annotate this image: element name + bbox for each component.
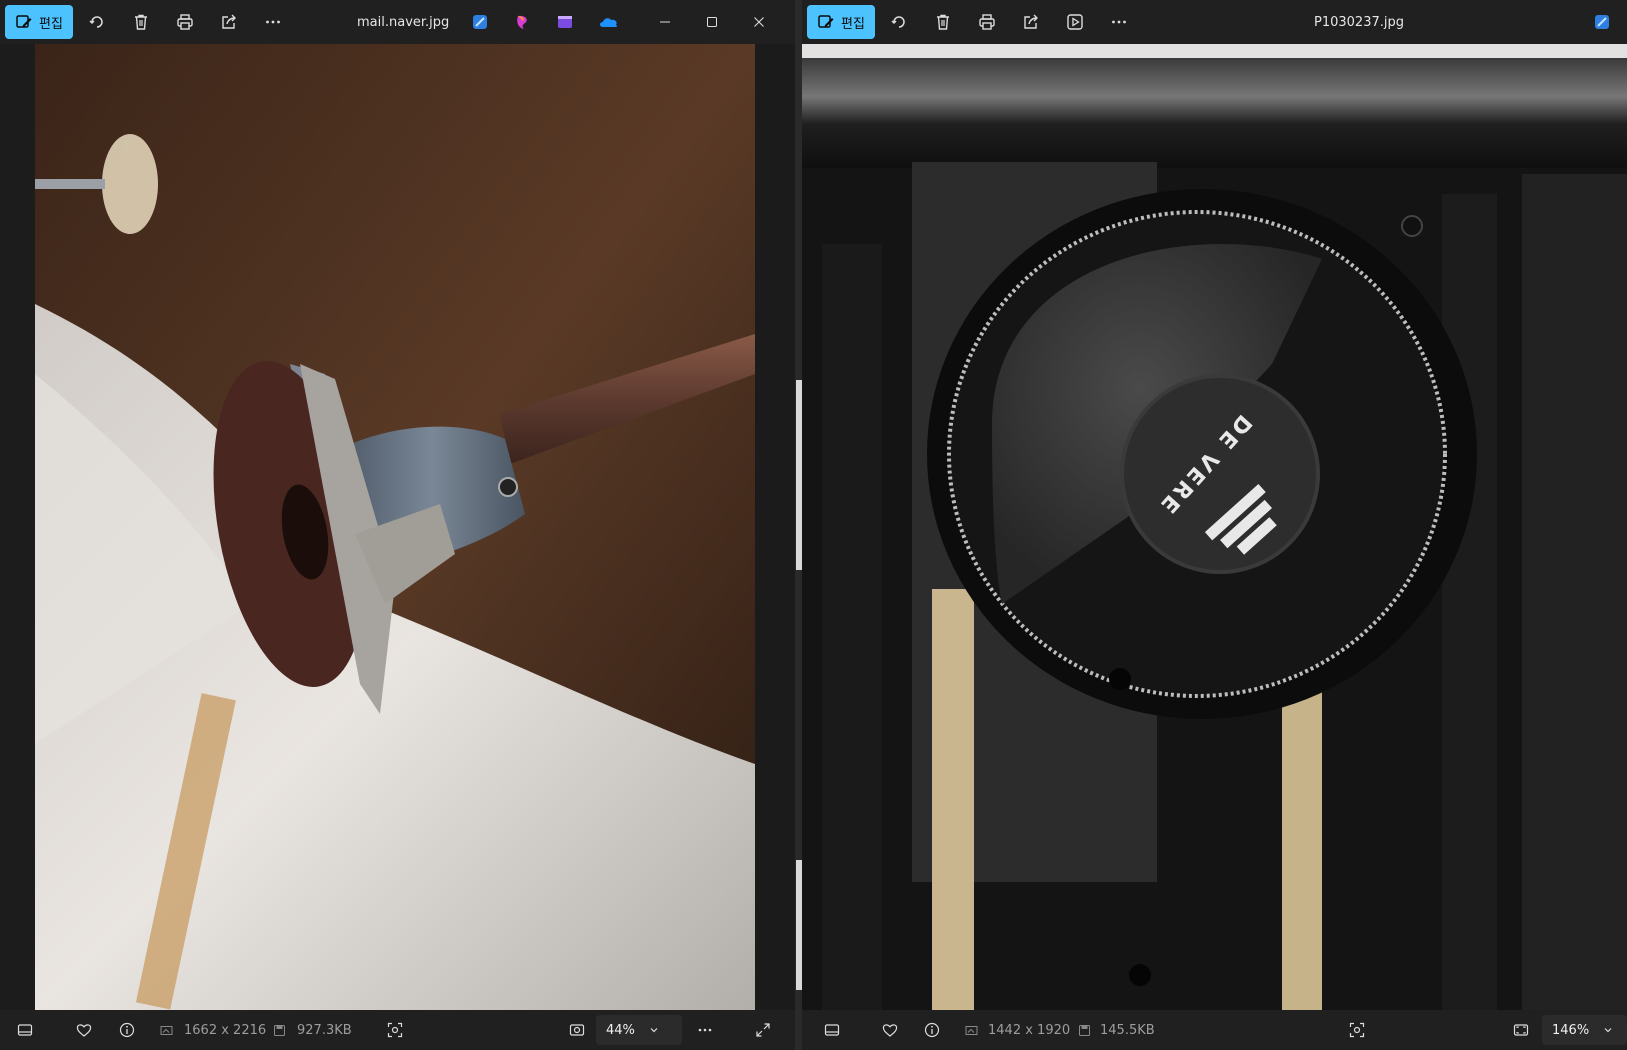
slideshow-button[interactable] bbox=[1053, 5, 1097, 39]
print-button[interactable] bbox=[965, 5, 1009, 39]
more-options-button[interactable] bbox=[693, 1018, 717, 1042]
photo-pipe-flange bbox=[35, 44, 795, 1010]
print-button[interactable] bbox=[163, 5, 207, 39]
actual-size-icon bbox=[569, 1024, 585, 1036]
image-size-icon bbox=[160, 1026, 173, 1035]
photo-devere-knob: DE VERE bbox=[802, 44, 1627, 1010]
share-button[interactable] bbox=[207, 5, 251, 39]
close-button[interactable] bbox=[736, 0, 782, 44]
image-canvas[interactable]: DE VERE bbox=[802, 44, 1627, 1010]
delete-icon bbox=[936, 14, 949, 30]
video-editor-app-icon[interactable] bbox=[555, 12, 575, 32]
image-size-icon bbox=[965, 1026, 978, 1035]
file-size-icon bbox=[1079, 1025, 1090, 1036]
zoom-level: 44% bbox=[606, 1022, 635, 1038]
file-size-icon bbox=[274, 1025, 285, 1036]
chevron-down-icon bbox=[1604, 1028, 1612, 1033]
more-options-button[interactable] bbox=[1097, 5, 1141, 39]
share-icon bbox=[1024, 14, 1038, 29]
chevron-down-icon bbox=[650, 1028, 658, 1033]
file-info-button[interactable] bbox=[115, 1018, 139, 1042]
clipchamp-app-icon[interactable] bbox=[513, 12, 533, 32]
fit-icon bbox=[1513, 1024, 1529, 1036]
file-size: 145.5KB bbox=[1100, 1022, 1155, 1038]
fullscreen-icon bbox=[756, 1023, 770, 1037]
window-gap bbox=[795, 0, 802, 1050]
visual-search-icon bbox=[387, 1022, 403, 1038]
delete-button[interactable] bbox=[921, 5, 965, 39]
rotate-icon bbox=[891, 16, 905, 28]
print-icon bbox=[177, 14, 193, 30]
edit-icon bbox=[16, 15, 32, 28]
edit-label: 편집 bbox=[39, 16, 63, 32]
maximize-button[interactable] bbox=[689, 0, 735, 44]
fit-to-window-button[interactable] bbox=[1509, 1018, 1533, 1042]
filmstrip-icon bbox=[824, 1024, 840, 1036]
image-canvas[interactable] bbox=[0, 44, 795, 1010]
more-icon bbox=[698, 1028, 712, 1032]
favorite-icon bbox=[882, 1024, 898, 1037]
share-button[interactable] bbox=[1009, 5, 1053, 39]
delete-icon bbox=[134, 14, 147, 30]
more-icon bbox=[266, 20, 280, 24]
edit-button[interactable]: 편집 bbox=[5, 5, 73, 39]
status-bar: 1662 x 2216 927.3KB 44% bbox=[0, 1010, 795, 1050]
filmstrip-button[interactable] bbox=[13, 1018, 37, 1042]
info-icon bbox=[119, 1022, 135, 1038]
photos-window-left: 편집 mail.naver.jpg 1662 x 2216 927.3KB 44… bbox=[0, 0, 795, 1050]
info-icon bbox=[924, 1022, 940, 1038]
onedrive-app-icon[interactable] bbox=[597, 12, 621, 32]
status-bar: 1442 x 1920 145.5KB 146% bbox=[802, 1010, 1627, 1050]
filmstrip-button[interactable] bbox=[820, 1018, 844, 1042]
zoom-dropdown[interactable]: 146% bbox=[1542, 1015, 1627, 1045]
image-dimensions: 1662 x 2216 bbox=[184, 1022, 267, 1038]
edit-label: 편집 bbox=[841, 16, 865, 32]
image-dimensions: 1442 x 1920 bbox=[988, 1022, 1071, 1038]
window-title: P1030237.jpg bbox=[1314, 14, 1404, 30]
photos-window-right: 편집 P1030237.jpg DE VERE 1442 x 1920 145.… bbox=[802, 0, 1627, 1050]
toolbar: 편집 bbox=[802, 0, 1627, 44]
filmstrip-icon bbox=[17, 1024, 33, 1036]
more-icon bbox=[1112, 20, 1126, 24]
zoom-dropdown[interactable]: 44% bbox=[596, 1015, 682, 1045]
window-title: mail.naver.jpg bbox=[357, 14, 450, 30]
maximize-icon bbox=[707, 17, 717, 27]
rotate-button[interactable] bbox=[75, 5, 119, 39]
actual-size-button[interactable] bbox=[565, 1018, 589, 1042]
favorite-button[interactable] bbox=[72, 1018, 96, 1042]
zoom-level: 146% bbox=[1552, 1022, 1590, 1038]
share-icon bbox=[222, 14, 236, 29]
visual-search-button[interactable] bbox=[1345, 1018, 1369, 1042]
favorite-button[interactable] bbox=[878, 1018, 902, 1042]
rotate-icon bbox=[89, 16, 103, 28]
delete-button[interactable] bbox=[119, 5, 163, 39]
photo-editor-app-icon[interactable] bbox=[470, 12, 490, 32]
minimize-icon bbox=[660, 21, 670, 23]
minimize-button[interactable] bbox=[642, 0, 688, 44]
slideshow-icon bbox=[1067, 14, 1083, 30]
print-icon bbox=[979, 14, 995, 30]
fullscreen-button[interactable] bbox=[751, 1018, 775, 1042]
file-size: 927.3KB bbox=[297, 1022, 352, 1038]
rotate-button[interactable] bbox=[877, 5, 921, 39]
visual-search-button[interactable] bbox=[383, 1018, 407, 1042]
edit-icon bbox=[818, 15, 834, 28]
visual-search-icon bbox=[1349, 1022, 1365, 1038]
file-info-button[interactable] bbox=[920, 1018, 944, 1042]
photo-editor-app-icon[interactable] bbox=[1592, 12, 1612, 32]
close-icon bbox=[754, 17, 764, 27]
favorite-icon bbox=[76, 1024, 92, 1037]
more-options-button[interactable] bbox=[251, 5, 295, 39]
edit-button[interactable]: 편집 bbox=[807, 5, 875, 39]
